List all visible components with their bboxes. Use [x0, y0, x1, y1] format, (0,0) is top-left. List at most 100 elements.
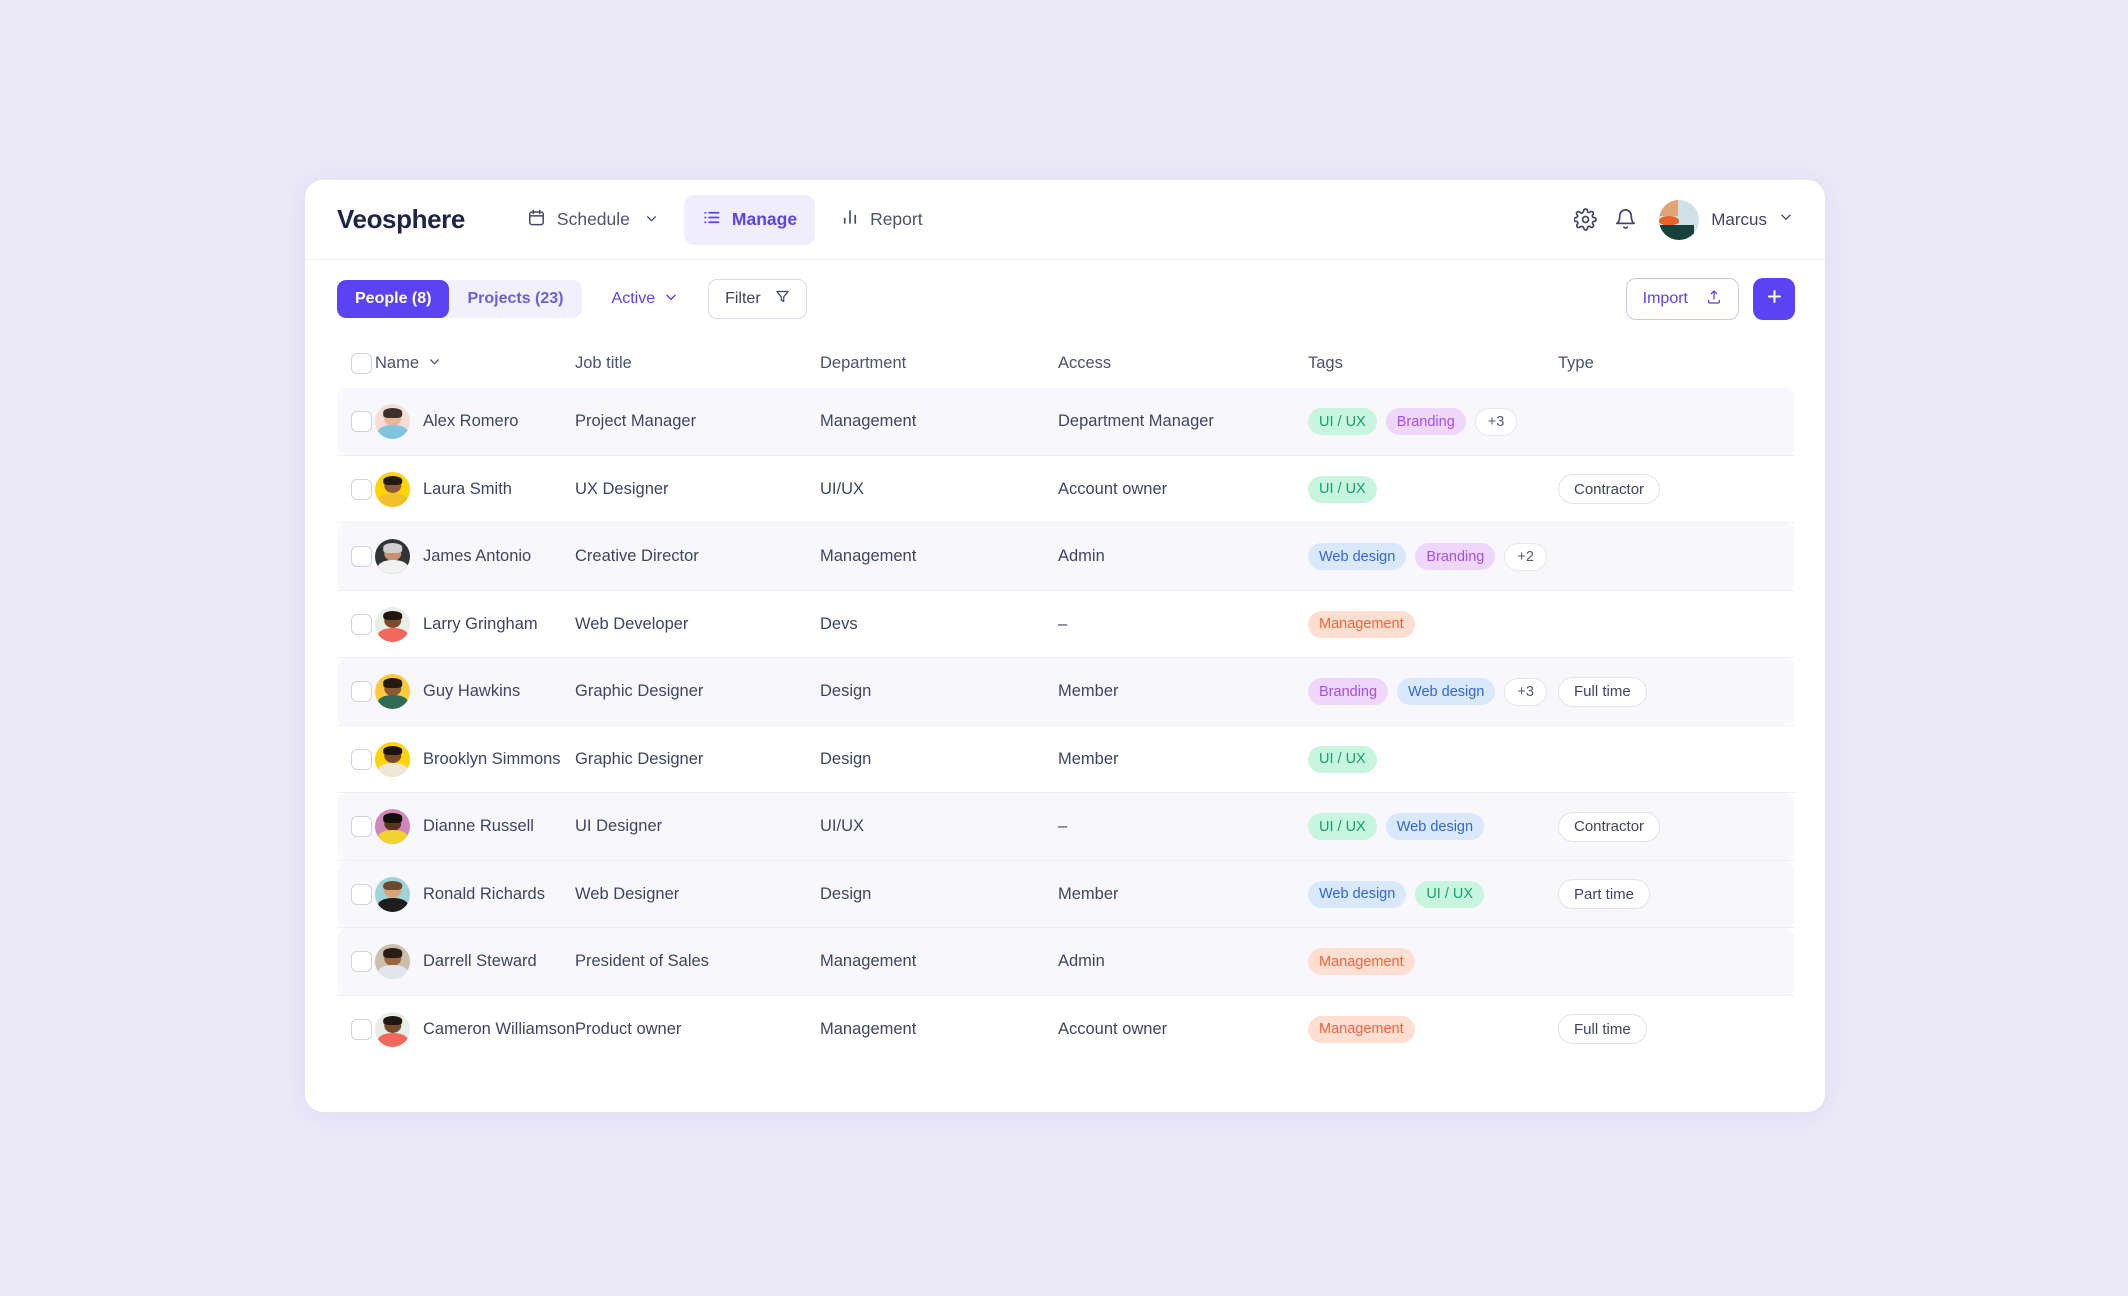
person-cell: Guy Hawkins [375, 674, 575, 710]
import-button[interactable]: Import [1625, 278, 1739, 320]
avatar [375, 876, 410, 912]
job-title-cell: President of Sales [575, 952, 709, 971]
access-cell: Admin [1058, 547, 1105, 566]
row-select-cell [337, 1018, 375, 1040]
table-row[interactable]: James Antonio Creative Director Manageme… [337, 523, 1795, 591]
person-name: Larry Gringham [423, 614, 538, 633]
add-button[interactable] [1753, 278, 1795, 320]
tags-cell: UI / UX [1308, 745, 1558, 773]
row-select-cell [337, 411, 375, 433]
tag-mgmt[interactable]: Management [1308, 948, 1415, 976]
chevron-down-icon [1779, 210, 1793, 229]
table-row[interactable]: Cameron Williamson Product owner Managem… [337, 996, 1795, 1064]
person-name: Ronald Richards [423, 884, 545, 903]
tag-brand[interactable]: Branding [1308, 678, 1389, 706]
tag-uiux[interactable]: UI / UX [1308, 745, 1377, 773]
tags-overflow-badge[interactable]: +3 [1504, 677, 1547, 706]
select-all-checkbox[interactable] [351, 352, 372, 374]
job-title-cell: Creative Director [575, 547, 699, 566]
table-row[interactable]: Guy Hawkins Graphic Designer Design Memb… [337, 658, 1795, 726]
row-checkbox[interactable] [351, 546, 372, 568]
access-cell: Account owner [1058, 1019, 1168, 1038]
row-checkbox[interactable] [351, 816, 372, 838]
tag-mgmt[interactable]: Management [1308, 610, 1415, 638]
row-checkbox[interactable] [351, 613, 372, 635]
tag-web[interactable]: Web design [1397, 678, 1496, 706]
nav-item-schedule[interactable]: Schedule [509, 195, 676, 245]
row-checkbox[interactable] [351, 478, 372, 500]
table-row[interactable]: Brooklyn Simmons Graphic Designer Design… [337, 726, 1795, 794]
row-checkbox[interactable] [351, 411, 372, 433]
row-checkbox[interactable] [351, 748, 372, 770]
tag-web[interactable]: Web design [1385, 813, 1485, 841]
access-cell: Department Manager [1058, 412, 1214, 431]
tag-uiux[interactable]: UI / UX [1415, 880, 1485, 908]
column-header-access[interactable]: Access [1058, 354, 1308, 373]
job-title-cell: Product owner [575, 1019, 682, 1038]
column-header-tags[interactable]: Tags [1308, 354, 1558, 373]
person-cell: James Antonio [375, 539, 575, 575]
profile-menu[interactable]: Marcus [1659, 199, 1797, 240]
column-header-type[interactable]: Type [1558, 354, 1748, 373]
avatar [1659, 199, 1700, 240]
table-row[interactable]: Laura Smith UX Designer UI/UX Account ow… [337, 456, 1795, 524]
avatar [375, 539, 410, 575]
access-cell: – [1058, 614, 1068, 633]
table-row[interactable]: Ronald Richards Web Designer Design Memb… [337, 860, 1795, 928]
job-title-cell: Project Manager [575, 412, 697, 431]
avatar [375, 944, 410, 980]
person-cell: Brooklyn Simmons [375, 741, 575, 777]
gear-icon[interactable] [1565, 200, 1605, 240]
job-title-cell: Graphic Designer [575, 682, 704, 701]
tag-web[interactable]: Web design [1308, 880, 1407, 908]
job-title-cell: Web Developer [575, 614, 689, 633]
tab-people[interactable]: People (8) [337, 280, 450, 318]
avatar [375, 809, 410, 845]
job-title-cell: Graphic Designer [575, 749, 704, 768]
bell-icon[interactable] [1605, 200, 1645, 240]
table-header-row: Name Job title Department Access Tags Ty… [337, 338, 1795, 388]
tag-uiux[interactable]: UI / UX [1308, 813, 1377, 841]
type-cell: Part time [1558, 879, 1748, 910]
column-header-department[interactable]: Department [820, 354, 1058, 373]
table-row[interactable]: Larry Gringham Web Developer Devs – Mana… [337, 591, 1795, 659]
row-checkbox[interactable] [351, 883, 372, 905]
tag-uiux[interactable]: UI / UX [1308, 408, 1377, 436]
table-row[interactable]: Dianne Russell UI Designer UI/UX – UI / … [337, 793, 1795, 861]
nav-label-manage: Manage [731, 209, 798, 229]
tags-cell: Management [1308, 1015, 1558, 1043]
tag-brand[interactable]: Branding [1415, 543, 1496, 571]
tags-overflow-badge[interactable]: +2 [1504, 542, 1547, 571]
column-header-name[interactable]: Name [375, 354, 575, 373]
status-filter-dropdown[interactable]: Active [604, 280, 687, 318]
department-cell: Devs [820, 614, 858, 633]
nav-item-manage[interactable]: Manage [683, 194, 816, 245]
tags-overflow-badge[interactable]: +3 [1474, 407, 1518, 436]
filter-button[interactable]: Filter [708, 279, 807, 319]
department-cell: UI/UX [820, 817, 865, 836]
nav-item-report[interactable]: Report [823, 195, 941, 245]
brand-logo[interactable]: Veosphere [337, 204, 465, 235]
access-cell: – [1058, 817, 1068, 836]
column-header-job-title[interactable]: Job title [575, 354, 820, 373]
tag-brand[interactable]: Branding [1385, 408, 1466, 436]
person-cell: Laura Smith [375, 471, 575, 507]
job-title-cell: Web Designer [575, 884, 680, 903]
tag-uiux[interactable]: UI / UX [1308, 475, 1377, 503]
row-checkbox[interactable] [351, 681, 372, 703]
top-navigation-bar: Veosphere Schedule Manage Report Marcus [305, 180, 1825, 260]
table-row[interactable]: Darrell Steward President of Sales Manag… [337, 928, 1795, 996]
table-row[interactable]: Alex Romero Project Manager Management D… [337, 388, 1795, 456]
type-cell: Full time [1558, 676, 1748, 707]
row-checkbox[interactable] [351, 951, 372, 973]
tag-mgmt[interactable]: Management [1308, 1015, 1415, 1043]
tab-projects[interactable]: Projects (23) [449, 280, 581, 318]
avatar [375, 674, 410, 710]
row-select-cell [337, 816, 375, 838]
tag-web[interactable]: Web design [1308, 543, 1407, 571]
column-header-name-label: Name [375, 353, 420, 372]
type-cell: Full time [1558, 1014, 1748, 1045]
row-select-cell [337, 613, 375, 635]
row-checkbox[interactable] [351, 1018, 372, 1040]
filter-label: Filter [725, 290, 761, 307]
